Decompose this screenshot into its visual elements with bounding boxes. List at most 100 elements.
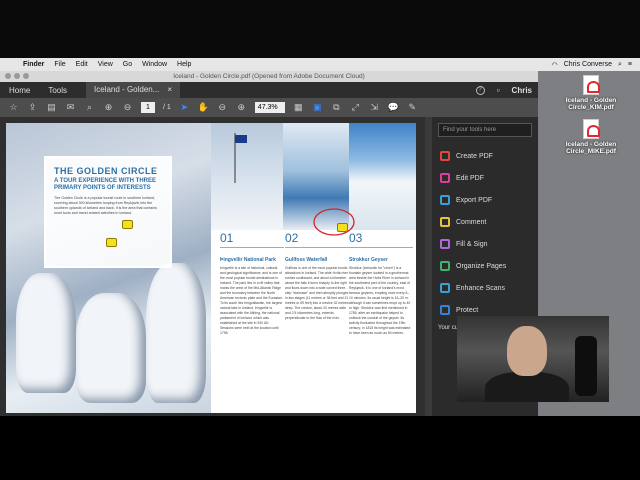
desktop-file-mike[interactable]: Iceland - Golden Circle_MIKE.pdf <box>556 119 626 155</box>
document-canvas[interactable]: THE GOLDEN CIRCLE A TOUR EXPERIENCE WITH… <box>0 117 425 416</box>
zoom-out-icon[interactable]: ⊖ <box>217 102 228 113</box>
column-thingvellir: 01 Þingvellir National Park Þingvellir i… <box>220 231 284 336</box>
comment-note-icon[interactable] <box>122 220 133 229</box>
tool-icon <box>440 217 450 227</box>
account-name[interactable]: Chris <box>512 86 532 95</box>
hand-tool-icon[interactable]: ✋ <box>198 102 209 113</box>
bookmark-star-icon[interactable]: ☆ <box>8 102 19 113</box>
minimize-window-button[interactable] <box>14 73 20 79</box>
menu-finder[interactable]: Finder <box>18 61 49 68</box>
tool-fill-sign[interactable]: Fill & Sign <box>432 233 538 255</box>
tool-label: Enhance Scans <box>456 284 506 292</box>
zoom-in-icon[interactable]: ⊕ <box>236 102 247 113</box>
menu-list-icon[interactable]: ≡ <box>628 61 632 68</box>
close-tab-icon[interactable]: × <box>167 82 172 98</box>
full-screen-icon[interactable]: ⤢ <box>350 102 361 113</box>
print-icon[interactable]: ▤ <box>46 102 57 113</box>
tool-label: Create PDF <box>456 152 493 160</box>
pdf-file-icon <box>583 75 600 95</box>
tab-tools[interactable]: Tools <box>39 86 76 95</box>
wifi-icon[interactable]: ◠ <box>552 61 558 69</box>
title-card: THE GOLDEN CIRCLE A TOUR EXPERIENCE WITH… <box>44 156 172 268</box>
search-icon[interactable]: ⌕ <box>618 61 622 69</box>
page-display-icon[interactable]: ▦ <box>293 102 304 113</box>
column-number: 01 <box>220 231 284 248</box>
tool-label: Organize Pages <box>456 262 507 270</box>
column-body: Strokkur (Icelandic for "churn") is a fo… <box>349 266 411 335</box>
letterbox-bottom <box>0 416 640 480</box>
tools-search-input[interactable]: Find your tools here <box>438 123 532 137</box>
close-window-button[interactable] <box>5 73 11 79</box>
tool-icon <box>440 239 450 249</box>
tool-icon <box>440 195 450 205</box>
screen: Finder File Edit View Go Window Help ◠ C… <box>0 0 640 480</box>
tool-enhance-scans[interactable]: Enhance Scans <box>432 277 538 299</box>
upload-icon[interactable]: ⇪ <box>27 102 38 113</box>
read-mode-icon[interactable]: ⇲ <box>369 102 380 113</box>
window-title: Iceland - Golden Circle.pdf (Opened from… <box>173 73 365 80</box>
tool-label: Edit PDF <box>456 174 485 182</box>
notifications-icon[interactable]: ▫ <box>493 85 504 96</box>
tool-icon <box>440 261 450 271</box>
column-heading: Gullfoss Waterfall <box>285 257 328 263</box>
cover-photo: THE GOLDEN CIRCLE A TOUR EXPERIENCE WITH… <box>6 123 211 413</box>
snow-tree-image <box>146 263 206 403</box>
tool-icon <box>440 151 450 161</box>
acrobat-toolbar: ☆ ⇪ ▤ ✉ ⌕ ⊕ ⊖ 1 / 1 ➤ ✋ ⊖ ⊕ 47.3% ▦ ▣ ⧉ … <box>0 98 538 117</box>
column-heading: Strokkur Geyser <box>349 257 388 263</box>
menu-file[interactable]: File <box>49 61 70 68</box>
comment-icon[interactable]: 💬 <box>388 102 399 113</box>
menu-edit[interactable]: Edit <box>71 61 93 68</box>
find-icon[interactable]: ⌕ <box>84 102 95 113</box>
highlight-icon[interactable]: ✎ <box>407 102 418 113</box>
page-up-icon[interactable]: ⊕ <box>103 102 114 113</box>
email-icon[interactable]: ✉ <box>65 102 76 113</box>
fit-page-icon[interactable]: ⧉ <box>331 102 342 113</box>
tab-home[interactable]: Home <box>0 86 39 95</box>
zoom-level-select[interactable]: 47.3% <box>254 102 285 113</box>
desktop-file-kim[interactable]: Iceland - Golden Circle_KIM.pdf <box>556 75 626 111</box>
tab-document[interactable]: Iceland - Golden... × <box>86 82 181 98</box>
presenter-body <box>485 372 569 402</box>
user-name[interactable]: Chris Converse <box>564 61 612 68</box>
help-icon[interactable]: ? <box>475 85 485 95</box>
scroll-mode-icon[interactable]: ▣ <box>312 102 323 113</box>
tools-list: Create PDF Edit PDF Export PDF Comment Fill … <box>432 145 538 321</box>
file-label: Iceland - Golden Circle_KIM.pdf <box>565 97 617 111</box>
file-label: Iceland - Golden Circle_MIKE.pdf <box>565 141 617 155</box>
comment-note-icon[interactable] <box>106 238 117 247</box>
tool-label: Comment <box>456 218 487 226</box>
menu-go[interactable]: Go <box>118 61 137 68</box>
column-number: 03 <box>349 231 413 248</box>
tool-label: Export PDF <box>456 196 493 204</box>
pdf-page[interactable]: THE GOLDEN CIRCLE A TOUR EXPERIENCE WITH… <box>6 123 416 413</box>
brochure-intro: The Golden Circle is a popular tourist r… <box>54 196 157 215</box>
column-strokkur: 03 Strokkur Geyser Strokkur (Icelandic f… <box>349 231 413 336</box>
tool-edit-pdf[interactable]: Edit PDF <box>432 167 538 189</box>
flag-icon <box>234 133 247 183</box>
window-controls <box>5 73 29 79</box>
tool-create-pdf[interactable]: Create PDF <box>432 145 538 167</box>
tool-label: Fill & Sign <box>456 240 488 248</box>
window-titlebar: Iceland - Golden Circle.pdf (Opened from… <box>0 71 538 82</box>
menu-view[interactable]: View <box>93 61 118 68</box>
acrobat-tabbar: Home Tools Iceland - Golden... × ? ▫ Chr… <box>0 82 538 98</box>
pdf-file-icon <box>583 119 600 139</box>
menu-window[interactable]: Window <box>137 61 172 68</box>
brochure-title: THE GOLDEN CIRCLE <box>54 166 158 176</box>
column-number: 02 <box>285 231 349 248</box>
mac-menubar: Finder File Edit View Go Window Help ◠ C… <box>0 58 640 71</box>
menu-help[interactable]: Help <box>172 61 196 68</box>
doc-tab-label: Iceland - Golden... <box>94 85 160 94</box>
webcam-overlay <box>457 316 609 402</box>
snow-tree-image <box>16 273 76 393</box>
select-arrow-icon[interactable]: ➤ <box>179 102 190 113</box>
tool-organize-pages[interactable]: Organize Pages <box>432 255 538 277</box>
letterbox-top <box>0 0 640 58</box>
page-down-icon[interactable]: ⊖ <box>122 102 133 113</box>
zoom-window-button[interactable] <box>23 73 29 79</box>
tool-icon <box>440 305 450 315</box>
tool-comment[interactable]: Comment <box>432 211 538 233</box>
page-number-input[interactable]: 1 <box>141 102 155 113</box>
tool-export-pdf[interactable]: Export PDF <box>432 189 538 211</box>
